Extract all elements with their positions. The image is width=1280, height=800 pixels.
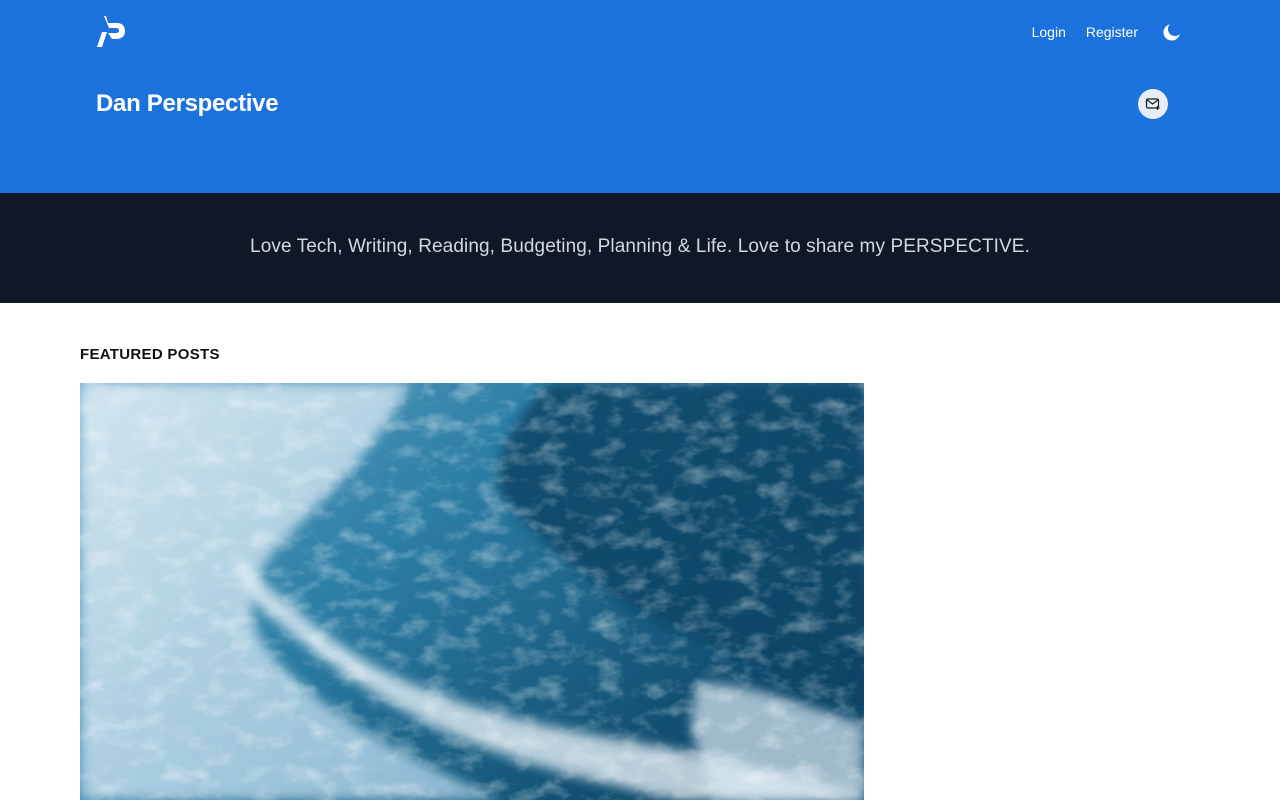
blog-description: Love Tech, Writing, Reading, Budgeting, … [250,236,1030,257]
top-nav: Login Register [1032,18,1184,46]
moon-icon[interactable] [1160,20,1184,44]
newsletter-button[interactable] [1138,89,1168,119]
login-link[interactable]: Login [1032,18,1066,46]
mail-plus-icon [1145,98,1160,110]
blog-description-band: Love Tech, Writing, Reading, Budgeting, … [0,193,1280,303]
register-link[interactable]: Register [1086,18,1138,46]
blog-header: Login Register Dan Perspective [0,0,1280,193]
featured-post-image[interactable] [80,383,864,800]
blog-title[interactable]: Dan Perspective [96,88,279,120]
featured-posts-heading: FEATURED POSTS [80,346,220,363]
logo-icon[interactable] [95,15,126,48]
main-content: FEATURED POSTS [0,303,1280,800]
